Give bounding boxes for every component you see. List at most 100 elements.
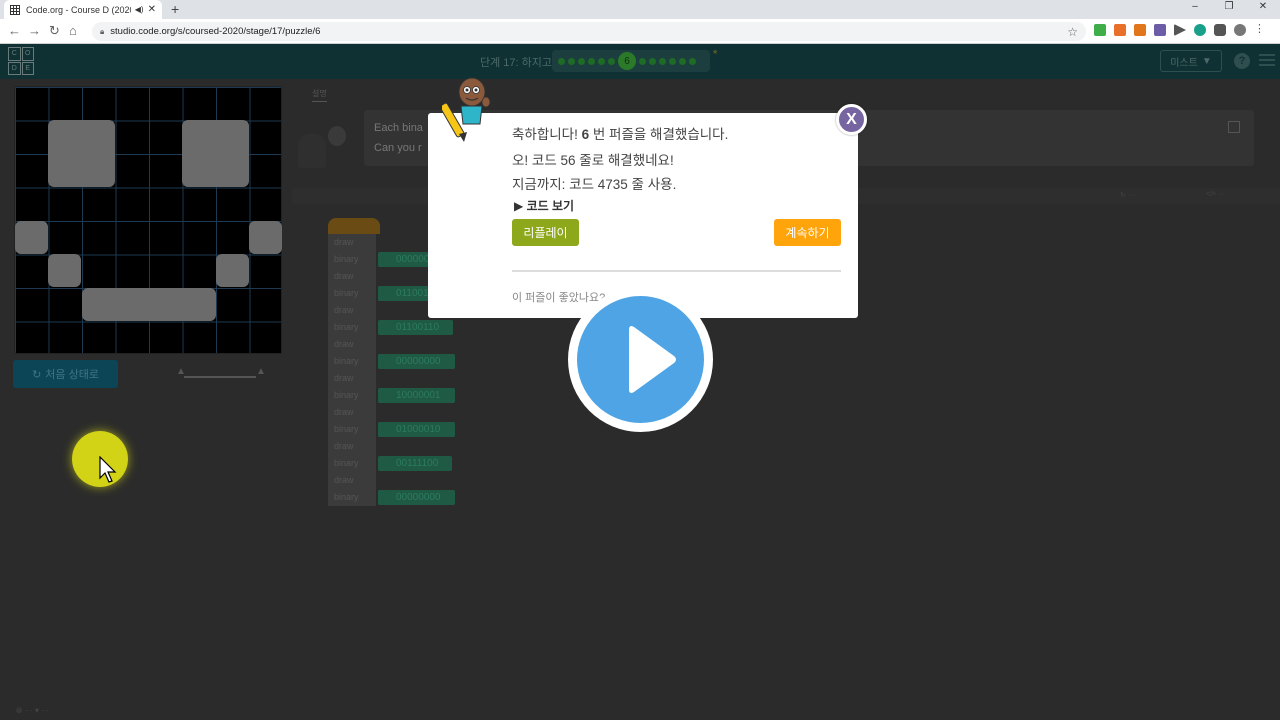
dialog-divider	[512, 270, 841, 272]
canvas-pixel	[182, 120, 249, 187]
browser-tab-bar: Code.org - Course D (2020 ◀) ✕ + – ❐ ✕	[0, 0, 1280, 19]
block-draw[interactable]: draw	[328, 336, 376, 353]
block-binary[interactable]: binary	[328, 387, 376, 404]
dialog-close-button[interactable]: X	[836, 104, 867, 135]
reset-button[interactable]: ↻ 처음 상태로	[13, 360, 118, 388]
progress-dot[interactable]	[639, 57, 646, 65]
block-binary[interactable]: binary	[328, 353, 376, 370]
progress-dot[interactable]	[689, 57, 696, 65]
current-puzzle-dot[interactable]: 6	[618, 52, 636, 70]
hint-bee-icon[interactable]	[328, 126, 346, 146]
show-code-toggle[interactable]: ▶ 코드 보기	[514, 197, 574, 214]
continue-button[interactable]: 계속하기	[774, 219, 841, 246]
binary-value[interactable]: 00000000	[378, 490, 455, 505]
extension-orange-icon[interactable]	[1114, 24, 1126, 36]
progress-dot[interactable]	[679, 57, 686, 65]
browser-tab[interactable]: Code.org - Course D (2020 ◀) ✕	[4, 0, 162, 19]
hamburger-menu-icon[interactable]	[1259, 54, 1275, 69]
block-draw[interactable]: draw	[328, 268, 376, 285]
minimize-button[interactable]: –	[1178, 0, 1212, 19]
binary-value[interactable]: 10000001	[378, 388, 455, 403]
restore-button[interactable]: ❐	[1212, 0, 1246, 19]
logo-letter: O	[21, 47, 34, 61]
block-draw[interactable]: draw	[328, 404, 376, 421]
start-over-link[interactable]: ↻ ···	[1120, 191, 1135, 199]
forward-arrow-icon[interactable]: →	[28, 23, 41, 38]
binary-value[interactable]: 01000010	[378, 422, 455, 437]
header-menu-button[interactable]: 미스트 ▼	[1160, 50, 1222, 72]
reset-label: 처음 상태로	[45, 369, 99, 381]
progress-dot[interactable]	[669, 57, 676, 65]
binary-value[interactable]: 01100110	[378, 320, 454, 335]
caret-down-icon: ▼	[1201, 55, 1212, 67]
help-icon[interactable]: ?	[1234, 53, 1250, 69]
logo-letter: E	[21, 61, 34, 75]
progress-dot[interactable]	[558, 57, 565, 65]
code-org-logo[interactable]: C O D E	[8, 47, 34, 75]
progress-dot[interactable]	[659, 57, 666, 65]
character-with-pencil-icon	[442, 77, 491, 142]
back-arrow-icon[interactable]: ←	[8, 23, 21, 38]
tab-close-icon[interactable]: ✕	[148, 4, 156, 15]
progress-dot[interactable]	[578, 57, 585, 65]
extension-green-icon[interactable]	[1094, 24, 1106, 36]
puzzle-extensions-icon[interactable]	[1214, 24, 1226, 36]
language-selector[interactable]: 🌐︎ ··· ▾ ···	[16, 706, 49, 716]
block-binary[interactable]: binary	[328, 319, 376, 336]
block-binary[interactable]: binary	[328, 421, 376, 438]
replay-button[interactable]: 리플레이	[512, 219, 579, 246]
show-code-link[interactable]: </> ···	[1206, 191, 1225, 198]
book-icon[interactable]	[1228, 121, 1240, 133]
tab-title: Code.org - Course D (2020	[26, 4, 131, 15]
url-input[interactable]: 🔒︎ studio.code.org/s/coursed-2020/stage/…	[92, 22, 1086, 41]
block-binary[interactable]: binary	[328, 455, 376, 472]
instruction-text-line: Can you r	[374, 142, 422, 154]
extension-play-icon[interactable]	[1174, 24, 1186, 36]
speed-slider[interactable]: ▲ ▲	[176, 366, 266, 382]
extension-purple-icon[interactable]	[1154, 24, 1166, 36]
home-icon[interactable]: ⌂	[69, 23, 77, 38]
bonus-icon[interactable]: ★	[712, 48, 718, 58]
bookmark-star-icon[interactable]: ☆	[1067, 25, 1078, 39]
window-controls: – ❐ ✕	[1178, 0, 1280, 19]
instructions-tab[interactable]: 설명	[312, 88, 327, 102]
play-icon	[629, 326, 676, 393]
puzzle-number: 6	[581, 127, 590, 142]
progress-dot[interactable]	[588, 57, 595, 65]
progress-dot[interactable]	[649, 57, 656, 65]
binary-value[interactable]: 00111100	[378, 456, 453, 471]
block-binary[interactable]: binary	[328, 489, 376, 506]
slider-track[interactable]	[184, 376, 256, 378]
canvas-pixel	[82, 288, 216, 321]
address-bar-row: ← → ↻ ⌂ 🔒︎ studio.code.org/s/coursed-202…	[0, 19, 1280, 44]
stage-label[interactable]: 단계 17: 하지고 2	[480, 54, 561, 70]
block-draw[interactable]: draw	[328, 370, 376, 387]
block-binary[interactable]: binary	[328, 251, 376, 268]
when-run-block[interactable]	[328, 218, 380, 234]
congrats-suffix: 번 퍼즐을 해결했습니다.	[589, 127, 729, 142]
lock-icon: 🔒︎	[100, 26, 105, 36]
new-tab-button[interactable]: +	[171, 1, 179, 17]
extension-teal-icon[interactable]	[1194, 24, 1206, 36]
binary-value[interactable]: 00000000	[378, 354, 455, 369]
url-text: studio.code.org/s/coursed-2020/stage/17/…	[110, 26, 321, 37]
profile-avatar[interactable]	[1234, 24, 1246, 36]
progress-dot[interactable]	[568, 57, 575, 65]
video-play-button[interactable]	[568, 287, 713, 432]
browser-menu-icon[interactable]: ⋮	[1254, 24, 1266, 36]
reload-icon[interactable]: ↻	[49, 23, 60, 39]
block-draw[interactable]: draw	[328, 438, 376, 455]
block-draw[interactable]: draw	[328, 234, 376, 251]
extensions-area: ⋮	[1094, 24, 1266, 36]
metamask-fox-icon[interactable]	[1134, 24, 1146, 36]
drawing-canvas	[14, 86, 282, 354]
rabbit-fast-icon: ▲	[256, 366, 266, 377]
progress-dot[interactable]	[608, 57, 615, 65]
close-window-button[interactable]: ✕	[1246, 0, 1280, 19]
reset-icon: ↻	[32, 368, 42, 381]
speaker-icon[interactable]: ◀)	[135, 5, 144, 14]
block-binary[interactable]: binary	[328, 285, 376, 302]
progress-dot[interactable]	[598, 57, 605, 65]
block-draw[interactable]: draw	[328, 472, 376, 489]
block-draw[interactable]: draw	[328, 302, 376, 319]
